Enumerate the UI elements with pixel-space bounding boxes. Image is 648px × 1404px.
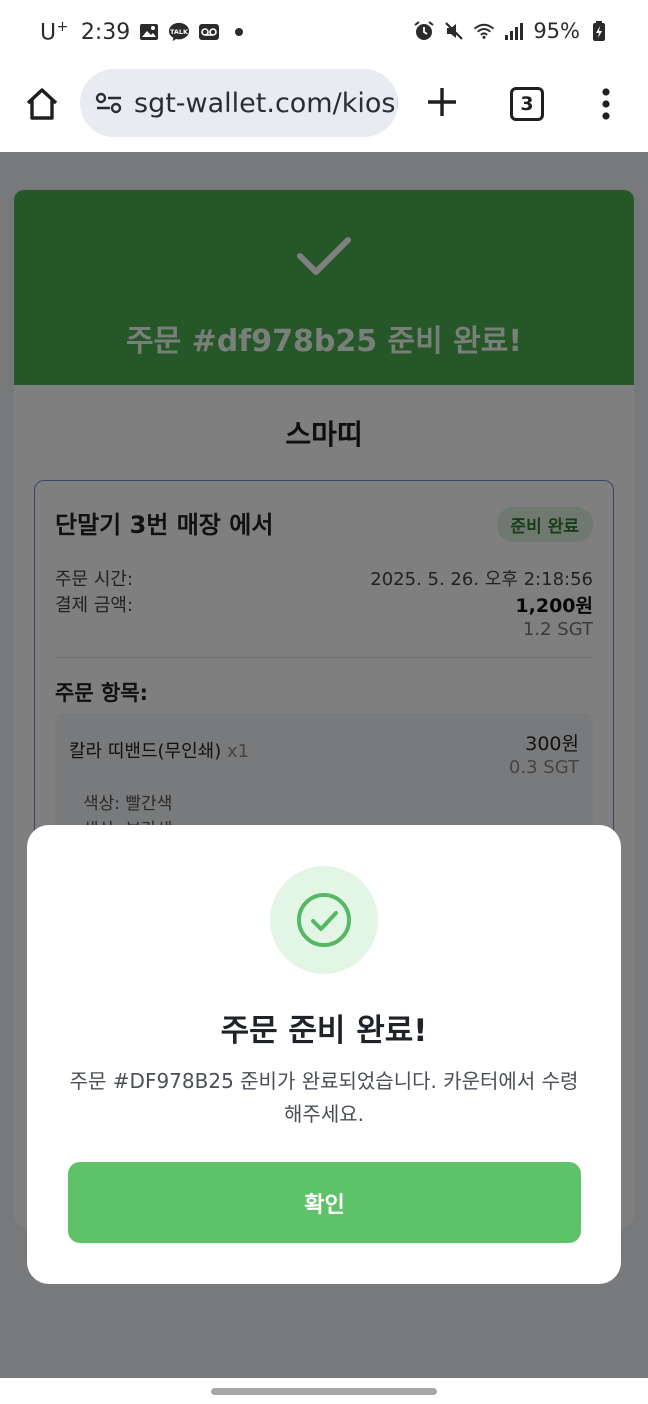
more-vert-icon	[602, 88, 610, 120]
success-icon-badge	[270, 866, 378, 974]
home-indicator[interactable]	[211, 1388, 437, 1395]
plus-icon	[428, 88, 456, 116]
status-bar: U+ 2:39 TALK 95%	[0, 0, 648, 66]
dot-icon	[228, 21, 250, 43]
browser-toolbar: sgt-wallet.com/kiosk 3	[0, 66, 648, 153]
voicemail-icon	[198, 21, 220, 43]
carrier-label: U+	[40, 19, 69, 46]
home-button[interactable]	[22, 84, 62, 124]
mute-icon	[443, 20, 465, 42]
order-ready-dialog: 주문 준비 완료! 주문 #DF978B25 준비가 완료되었습니다. 카운터에…	[27, 825, 621, 1284]
dialog-message: 주문 #DF978B25 준비가 완료되었습니다. 카운터에서 수령해주세요.	[69, 1069, 579, 1126]
svg-text:TALK: TALK	[170, 28, 189, 36]
kakaotalk-icon: TALK	[168, 21, 190, 43]
check-circle-icon	[297, 893, 351, 947]
tab-switcher-button[interactable]: 3	[510, 87, 544, 121]
status-time: 2:39	[80, 19, 131, 45]
wifi-icon	[473, 20, 495, 42]
site-settings-icon[interactable]	[94, 91, 124, 115]
alarm-icon	[413, 20, 435, 42]
new-tab-button[interactable]	[424, 84, 460, 120]
gallery-icon	[138, 21, 160, 43]
signal-icon	[503, 20, 525, 42]
home-icon	[26, 88, 58, 120]
confirm-button[interactable]: 확인	[68, 1162, 581, 1243]
url-bar[interactable]: sgt-wallet.com/kiosk	[80, 69, 398, 137]
browser-menu-button[interactable]	[596, 84, 616, 124]
url-text: sgt-wallet.com/kiosk	[134, 87, 398, 119]
system-nav-bar	[0, 1378, 648, 1404]
battery-level: 95%	[533, 19, 580, 43]
battery-charging-icon	[588, 20, 610, 42]
dialog-title: 주문 준비 완료!	[220, 1013, 428, 1049]
